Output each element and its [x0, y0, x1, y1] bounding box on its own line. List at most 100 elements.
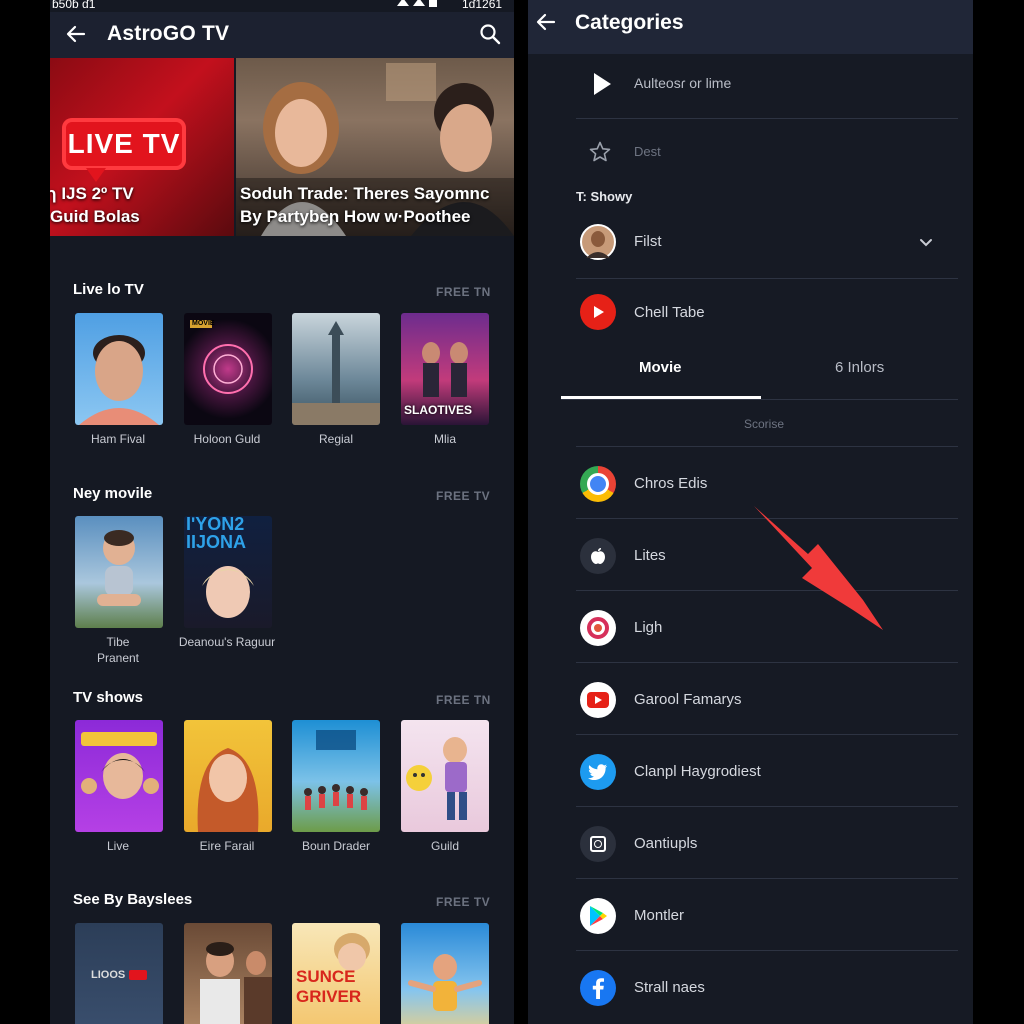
poster-deanos-raguur[interactable]: IʹYON2 IIJONA — [184, 516, 272, 628]
section-title-movie: Ney movile — [73, 485, 153, 502]
facebook-icon — [580, 970, 616, 1006]
app-row-label: Strall naes — [634, 979, 705, 996]
category-row-label: Aulteosɾ or lime — [634, 75, 732, 91]
app-row-label: Chros Edis — [634, 475, 708, 492]
divider — [576, 118, 958, 119]
category-row-label: Dest — [634, 144, 661, 159]
poster-holoon-guld[interactable]: MOVIE — [184, 313, 272, 425]
star-icon — [589, 141, 611, 162]
divider — [576, 446, 958, 447]
poster-boun-drader[interactable] — [292, 720, 380, 832]
app-row-label: Oantiupls — [634, 835, 698, 852]
app-row-label: Lites — [634, 547, 666, 564]
divider — [576, 278, 958, 279]
caption-holoon-guld: Holoon Guld — [193, 432, 261, 446]
app-row-youtube[interactable]: Garool Famarys — [576, 676, 958, 724]
status-bar: ɓ50ɓ ɗ1 1ɗ1261 — [50, 0, 514, 12]
category-row-filst[interactable]: Filst — [576, 220, 958, 266]
caption-mlia: Mlia — [433, 432, 456, 446]
app-row-camera[interactable]: Oantiupls — [576, 820, 958, 868]
section-tag-see-by[interactable]: FREE TV — [436, 895, 490, 909]
poster-lioos[interactable]: LIOOS — [75, 923, 163, 1024]
poster-eire-farail[interactable] — [184, 720, 272, 832]
caption-tibe-pranent: Tibe Pranent — [96, 635, 140, 665]
youtube-icon — [580, 682, 616, 718]
twitter-icon — [580, 754, 616, 790]
chrome-icon — [580, 466, 616, 502]
live-tv-badge: LIVE TV — [62, 118, 186, 182]
status-time: 1ɗ1261 — [462, 0, 503, 11]
tab-label: 6 Inlors — [835, 359, 885, 376]
live-tv-banner[interactable]: LIVE TV ɿ IJS 2º TV Guid Bolas — [50, 58, 234, 236]
section-tag-tv-shows[interactable]: FREE TN — [436, 693, 491, 707]
poster-regial[interactable] — [292, 313, 380, 425]
app-row-label: Clanpl Haygrodiest — [634, 763, 761, 780]
tab-6-inlors[interactable]: 6 Inlors — [761, 346, 961, 398]
poster-crowd[interactable] — [184, 923, 272, 1024]
category-row-play[interactable]: Aulteosɾ or lime — [576, 62, 958, 108]
app-row-twitter[interactable]: Clanpl Haygrodiest — [576, 748, 958, 796]
caption-boun-drader: Boun Drader — [301, 839, 371, 853]
divider — [576, 662, 958, 663]
app-bar: AstroGO TV — [50, 12, 514, 58]
hero-drama-image[interactable]: Soduh Tradeː Theres Sayomnc By Partybeɲ … — [236, 58, 514, 236]
category-row-label: Chell Tabe — [634, 304, 705, 321]
poster-slaotives-title: SLAOTIVES — [404, 403, 473, 417]
apple-icon — [580, 538, 616, 574]
play-store-icon — [580, 898, 616, 934]
instagram-icon — [580, 610, 616, 646]
caption-ham-fival: Ham Fival — [90, 432, 145, 446]
poster-lioos-badge — [129, 970, 147, 980]
poster-tibe-pranent[interactable] — [75, 516, 163, 628]
categories-screen: Categories Aulteosɾ or lime Dest T: Show… — [528, 0, 973, 1024]
app-row-label: Montler — [634, 907, 685, 924]
subheader-showy: T: Showy — [576, 189, 633, 204]
poster-mlia[interactable]: SLAOTIVES — [401, 313, 489, 425]
poster-cartoon[interactable] — [401, 923, 489, 1024]
sub-label-scorise: Scorise — [744, 417, 785, 431]
divider — [576, 734, 958, 735]
red-pointer-arrow-icon — [754, 506, 883, 630]
divider — [576, 806, 958, 807]
tab-movie[interactable]: Movie — [561, 346, 761, 399]
poster-sunce-griver[interactable]: SUNCE GRIVER — [292, 923, 380, 1024]
tabs-divider — [561, 399, 958, 400]
caption-regial: Regial — [318, 432, 354, 446]
section-title-see-by: See By Bayslees — [73, 891, 193, 908]
app-row-facebook[interactable]: Strall naes — [576, 964, 958, 1012]
app-row-play-store[interactable]: Montler — [576, 892, 958, 940]
astrogo-screen: ɓ50ɓ ɗ1 1ɗ1261 AstroGO TV LIVE TV ɿ IJS … — [50, 0, 514, 1024]
chevron-down-icon[interactable] — [918, 234, 934, 250]
poster-lioos-title: LIOOS — [91, 969, 126, 981]
avatar — [580, 224, 616, 260]
youtube-icon — [580, 294, 616, 330]
signal-icons — [395, 0, 455, 11]
poster-guild[interactable] — [401, 720, 489, 832]
search-icon[interactable] — [478, 22, 502, 46]
caption-deanos-raguur: Deanoɯ's Raguur — [178, 635, 276, 649]
caption-live: Live — [106, 839, 129, 853]
app-title: AstroGO TV — [107, 22, 230, 45]
hero-caption-right-1: Soduh Tradeː Theres Sayomnc — [240, 184, 490, 203]
categories-title: Categories — [575, 11, 684, 34]
back-arrow-icon[interactable] — [64, 22, 88, 46]
section-title-live: Live lo TV — [73, 281, 144, 298]
categories-app-bar: Categories — [528, 0, 973, 54]
divider — [576, 878, 958, 879]
hero-caption-right-2: By Partybeɲ How w·Poothee — [240, 207, 471, 226]
hero-caption-left-2: Guid Bolas — [50, 207, 140, 226]
category-row-star[interactable]: Dest — [576, 128, 958, 174]
back-arrow-icon[interactable] — [534, 10, 558, 34]
poster-live[interactable] — [75, 720, 163, 832]
hero-carousel[interactable]: LIVE TV ɿ IJS 2º TV Guid Bolas Soduh Tra… — [50, 58, 514, 236]
poster-galaxy-label: MOVIE — [192, 320, 215, 327]
camera-icon — [580, 826, 616, 862]
play-icon — [594, 73, 611, 95]
app-row-label: Garool Famarys — [634, 691, 742, 708]
hero-caption-left-1: ɿ IJS 2º TV — [50, 184, 134, 203]
section-tag-movie[interactable]: FREE TV — [436, 489, 490, 503]
poster-ham-fival[interactable] — [75, 313, 163, 425]
category-row-chell-tabe[interactable]: Chell Tabe — [576, 290, 958, 336]
caption-guild: Guild — [430, 839, 459, 853]
section-tag-live[interactable]: FREE TN — [436, 285, 491, 299]
